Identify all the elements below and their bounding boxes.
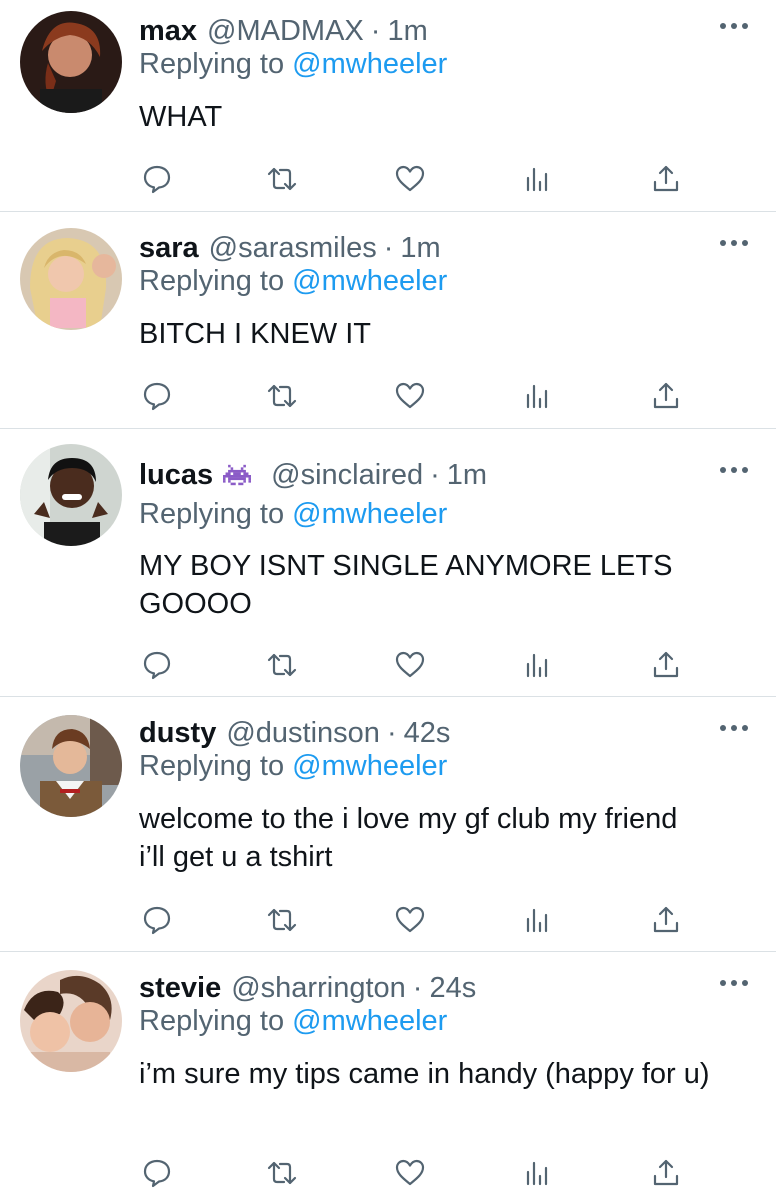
action-bar bbox=[0, 162, 776, 196]
like-icon[interactable] bbox=[393, 648, 427, 682]
analytics-icon[interactable] bbox=[520, 1156, 554, 1190]
avatar[interactable] bbox=[20, 970, 122, 1072]
divider bbox=[0, 428, 776, 429]
retweet-icon[interactable] bbox=[265, 903, 299, 937]
share-icon[interactable] bbox=[649, 162, 683, 196]
analytics-icon[interactable] bbox=[520, 903, 554, 937]
like-icon[interactable] bbox=[393, 379, 427, 413]
display-name[interactable]: lucas bbox=[139, 459, 213, 492]
reply-icon[interactable] bbox=[140, 379, 174, 413]
replying-to-prefix: Replying to bbox=[139, 1005, 285, 1037]
mention-link[interactable]: @mwheeler bbox=[292, 750, 447, 782]
like-icon[interactable] bbox=[393, 1156, 427, 1190]
user-handle[interactable]: @MADMAX bbox=[207, 15, 364, 48]
avatar[interactable] bbox=[20, 228, 122, 330]
reply-icon[interactable] bbox=[140, 648, 174, 682]
user-handle[interactable]: @sharrington bbox=[231, 972, 406, 1005]
reply-icon[interactable] bbox=[140, 1156, 174, 1190]
timestamp[interactable]: 1m bbox=[447, 459, 487, 492]
share-icon[interactable] bbox=[649, 379, 683, 413]
mention-link[interactable]: @mwheeler bbox=[292, 498, 447, 530]
avatar[interactable] bbox=[20, 715, 122, 817]
replying-to: Replying to @mwheeler bbox=[139, 1005, 447, 1038]
action-bar bbox=[0, 379, 776, 413]
tweet-text: WHAT bbox=[139, 101, 223, 133]
more-options-icon[interactable] bbox=[720, 980, 748, 988]
tweet[interactable]: stevie @sharrington · 24s Replying to @m… bbox=[0, 968, 776, 1200]
replying-to-prefix: Replying to bbox=[139, 750, 285, 782]
timestamp[interactable]: 24s bbox=[429, 972, 476, 1005]
user-handle[interactable]: @sarasmiles bbox=[209, 232, 377, 265]
replying-to: Replying to @mwheeler bbox=[139, 265, 447, 298]
divider bbox=[0, 696, 776, 697]
action-bar bbox=[0, 648, 776, 682]
tweet[interactable]: dusty @dustinson · 42s Replying to @mwhe… bbox=[0, 713, 776, 951]
like-icon[interactable] bbox=[393, 903, 427, 937]
tweet-text: i’m sure my tips came in handy (happy fo… bbox=[139, 1058, 710, 1090]
replying-to: Replying to @mwheeler bbox=[139, 750, 447, 783]
analytics-icon[interactable] bbox=[520, 162, 554, 196]
retweet-icon[interactable] bbox=[265, 648, 299, 682]
reply-icon[interactable] bbox=[140, 903, 174, 937]
avatar[interactable] bbox=[20, 11, 122, 113]
timestamp[interactable]: 1m bbox=[387, 15, 427, 48]
replying-to-prefix: Replying to bbox=[139, 48, 285, 80]
more-options-icon[interactable] bbox=[720, 23, 748, 31]
analytics-icon[interactable] bbox=[520, 648, 554, 682]
mention-link[interactable]: @mwheeler bbox=[292, 1005, 447, 1037]
tweet-text: MY BOY ISNT SINGLE ANYMORE LETS GOOOO bbox=[139, 550, 673, 620]
replying-to-prefix: Replying to bbox=[139, 498, 285, 530]
timestamp[interactable]: 42s bbox=[404, 717, 451, 750]
display-name[interactable]: max bbox=[139, 15, 197, 48]
share-icon[interactable] bbox=[649, 903, 683, 937]
tweet-text: welcome to the i love my gf club my frie… bbox=[139, 803, 678, 873]
replying-to: Replying to @mwheeler bbox=[139, 48, 447, 81]
like-icon[interactable] bbox=[393, 162, 427, 196]
share-icon[interactable] bbox=[649, 1156, 683, 1190]
display-name[interactable]: sara bbox=[139, 232, 199, 265]
display-name[interactable]: dusty bbox=[139, 717, 216, 750]
more-options-icon[interactable] bbox=[720, 240, 748, 248]
action-bar bbox=[0, 1156, 776, 1190]
tweet-text: BITCH I KNEW IT bbox=[139, 318, 371, 350]
analytics-icon[interactable] bbox=[520, 379, 554, 413]
action-bar bbox=[0, 903, 776, 937]
replying-to-prefix: Replying to bbox=[139, 265, 285, 297]
separator: · bbox=[370, 14, 381, 47]
retweet-icon[interactable] bbox=[265, 379, 299, 413]
reply-icon[interactable] bbox=[140, 162, 174, 196]
tweet[interactable]: lucas @sinclaired · 1m Replying to @mwhe… bbox=[0, 444, 776, 695]
timestamp[interactable]: 1m bbox=[400, 232, 440, 265]
separator: · bbox=[386, 716, 397, 749]
space-invader-emoji-icon bbox=[223, 463, 252, 487]
share-icon[interactable] bbox=[649, 648, 683, 682]
divider bbox=[0, 211, 776, 212]
display-name[interactable]: stevie bbox=[139, 972, 221, 1005]
retweet-icon[interactable] bbox=[265, 1156, 299, 1190]
separator: · bbox=[412, 971, 423, 1004]
avatar[interactable] bbox=[20, 444, 122, 546]
replying-to: Replying to @mwheeler bbox=[139, 498, 447, 531]
mention-link[interactable]: @mwheeler bbox=[292, 265, 447, 297]
retweet-icon[interactable] bbox=[265, 162, 299, 196]
tweet[interactable]: max @MADMAX · 1m Replying to @mwheeler W… bbox=[0, 11, 776, 211]
mention-link[interactable]: @mwheeler bbox=[292, 48, 447, 80]
divider bbox=[0, 951, 776, 952]
separator: · bbox=[430, 458, 440, 491]
more-options-icon[interactable] bbox=[720, 467, 748, 475]
more-options-icon[interactable] bbox=[720, 725, 748, 733]
user-handle[interactable]: @sinclaired bbox=[271, 459, 423, 492]
separator: · bbox=[383, 231, 394, 264]
tweet[interactable]: sara @sarasmiles · 1m Replying to @mwhee… bbox=[0, 228, 776, 428]
user-handle[interactable]: @dustinson bbox=[226, 717, 380, 750]
